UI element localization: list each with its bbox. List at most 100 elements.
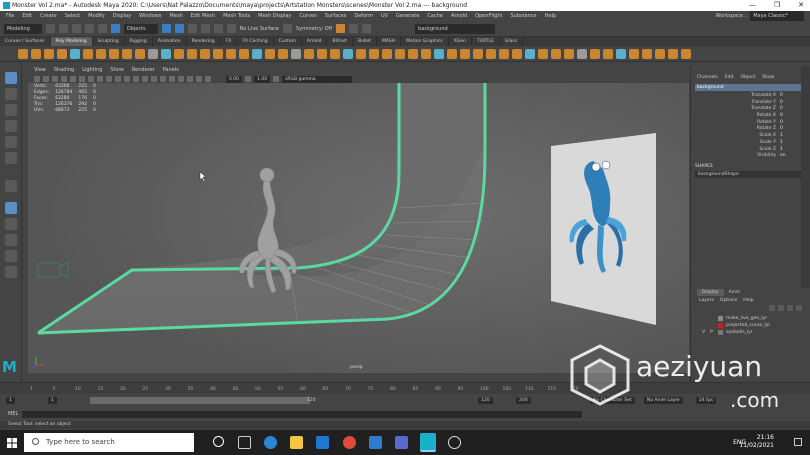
edge-icon[interactable] xyxy=(264,436,277,449)
layer-row[interactable]: make_live_geo_lyr xyxy=(699,315,799,322)
svg-icon[interactable] xyxy=(148,48,158,59)
select-component-icon[interactable] xyxy=(174,24,184,33)
slide-edge-icon[interactable] xyxy=(369,48,379,59)
shelf-tab-turtle[interactable]: TURTLE xyxy=(472,37,500,46)
shelf-tab-custom[interactable]: Custom xyxy=(274,37,302,46)
selection-mode-dropdown[interactable]: Objects xyxy=(123,23,158,34)
live-surface-label[interactable]: No Live Surface xyxy=(240,21,279,37)
lasso-tool-icon[interactable] xyxy=(5,88,17,100)
command-input[interactable] xyxy=(22,411,582,418)
viewport-menu-renderer[interactable]: Renderer xyxy=(132,66,155,75)
menu-item-curves[interactable]: Curves xyxy=(299,11,316,21)
layer-menu-layers[interactable]: Layers xyxy=(699,298,714,303)
range-slider-bar[interactable] xyxy=(90,397,310,404)
wireframe-on-shaded-icon[interactable] xyxy=(142,76,148,82)
layer-menu-help[interactable]: Help xyxy=(743,298,753,303)
layer-name[interactable]: projected_curve_lyr xyxy=(726,323,770,328)
menu-item-select[interactable]: Select xyxy=(65,11,80,21)
maya-taskbar-icon[interactable] xyxy=(420,433,436,452)
bridge-icon[interactable] xyxy=(239,48,249,59)
new-layer-selected-icon[interactable] xyxy=(796,305,802,311)
image-plane-icon[interactable] xyxy=(61,76,67,82)
taskbar-search[interactable]: Type here to search xyxy=(24,433,194,452)
transfer-icon[interactable] xyxy=(616,48,626,59)
auto-map-icon[interactable] xyxy=(434,48,444,59)
windows-start-icon[interactable] xyxy=(7,438,17,448)
menu-item-mesh-display[interactable]: Mesh Display xyxy=(258,11,291,21)
fill-hole-icon[interactable] xyxy=(265,48,275,59)
near-clip-field[interactable]: 0.00 xyxy=(226,75,243,83)
layer-name[interactable]: make_live_geo_lyr xyxy=(726,316,767,321)
task-view-icon[interactable] xyxy=(238,436,251,449)
viewport-menu-panels[interactable]: Panels xyxy=(163,66,179,75)
layer-color-swatch[interactable] xyxy=(718,316,723,321)
viewport-menu-lighting[interactable]: Lighting xyxy=(82,66,102,75)
attribute-value[interactable]: 1 xyxy=(776,140,800,147)
snap-grid-icon[interactable] xyxy=(187,24,197,33)
sew-uv-icon[interactable] xyxy=(460,48,470,59)
menu-item-openflight[interactable]: OpenFlight xyxy=(475,11,502,21)
field-chart-icon[interactable] xyxy=(106,76,112,82)
layer-name[interactable]: eyeballs_lyr xyxy=(726,330,753,335)
color-space-dropdown[interactable]: sRGB gamma xyxy=(282,75,353,83)
smooth-shade-icon[interactable] xyxy=(133,76,139,82)
gamma-icon[interactable] xyxy=(273,76,280,82)
multi-cut-icon[interactable] xyxy=(291,48,301,59)
shelf-tab-arnold[interactable]: Arnold xyxy=(302,37,328,46)
mirror-icon[interactable] xyxy=(213,48,223,59)
textured-icon[interactable] xyxy=(151,76,157,82)
append-icon[interactable] xyxy=(278,48,288,59)
ipr-icon[interactable] xyxy=(349,24,359,33)
single-perspective-layout-icon[interactable] xyxy=(5,202,17,214)
anim-layer-dropdown[interactable]: No Anim Layer xyxy=(644,397,684,404)
menu-item-surfaces[interactable]: Surfaces xyxy=(325,11,347,21)
unfold-icon[interactable] xyxy=(473,48,483,59)
attribute-value[interactable]: 1 xyxy=(776,147,800,154)
obs-icon[interactable] xyxy=(448,436,461,449)
select-tool-icon[interactable] xyxy=(5,72,17,84)
menu-item-mesh-tools[interactable]: Mesh Tools xyxy=(223,11,250,21)
mail-icon[interactable] xyxy=(369,436,382,449)
shelf-tab-rendering[interactable]: Rendering xyxy=(187,37,221,46)
xray-icon[interactable] xyxy=(196,76,202,82)
attribute-row[interactable]: Visibility on xyxy=(691,153,810,160)
persp-graph-layout-icon[interactable] xyxy=(5,250,17,262)
shelf-tab-motion-graphics[interactable]: Motion Graphics xyxy=(401,37,449,46)
menu-item-deform[interactable]: Deform xyxy=(354,11,373,21)
playback-end-field[interactable]: 120 xyxy=(478,397,493,404)
menu-item-modify[interactable]: Modify xyxy=(88,11,105,21)
shelf-tab-animation[interactable]: Animation xyxy=(153,37,187,46)
planar-map-icon[interactable] xyxy=(421,48,431,59)
layer-visibility-toggle[interactable]: V xyxy=(702,330,707,335)
poly-cylinder-icon[interactable] xyxy=(44,48,54,59)
symmetry-label[interactable]: Symmetry: Off xyxy=(296,21,332,37)
bevel-icon[interactable] xyxy=(252,48,262,59)
attribute-row[interactable]: Translate X0 xyxy=(691,93,810,100)
close-button[interactable]: ✕ xyxy=(798,0,804,11)
menu-item-help[interactable]: Help xyxy=(545,11,556,21)
connect-icon[interactable] xyxy=(317,48,327,59)
far-clip-field[interactable]: 1.00 xyxy=(254,75,271,83)
snap-plane-icon[interactable] xyxy=(226,24,236,33)
normals-icon[interactable] xyxy=(577,48,587,59)
menu-set-dropdown[interactable]: Modeling xyxy=(4,23,42,34)
bevel-edge-icon[interactable] xyxy=(382,48,392,59)
snap-point-icon[interactable] xyxy=(213,24,223,33)
layer-color-swatch[interactable] xyxy=(718,323,723,328)
menu-item-generate[interactable]: Generate xyxy=(396,11,419,21)
move-tool-icon[interactable] xyxy=(5,120,17,132)
layout-icon[interactable] xyxy=(486,48,496,59)
menu-item-substance[interactable]: Substance xyxy=(510,11,536,21)
render-icon[interactable] xyxy=(282,24,292,33)
use-lights-icon[interactable] xyxy=(160,76,166,82)
select-hierarchy-icon[interactable] xyxy=(110,24,120,33)
shelf-tab-poly-modeling[interactable]: Poly Modeling xyxy=(50,37,93,46)
channel-box-menu-edit[interactable]: Edit xyxy=(725,75,734,84)
fps-dropdown[interactable]: 24 fps xyxy=(696,397,716,404)
scale-tool-icon[interactable] xyxy=(5,152,17,164)
shelf-tab-bifrost[interactable]: Bifrost xyxy=(327,37,353,46)
redo-icon[interactable] xyxy=(97,24,107,33)
extrude-icon[interactable] xyxy=(226,48,236,59)
layer-tab-anim[interactable]: Anim xyxy=(724,289,746,296)
cortana-icon[interactable] xyxy=(213,436,224,447)
